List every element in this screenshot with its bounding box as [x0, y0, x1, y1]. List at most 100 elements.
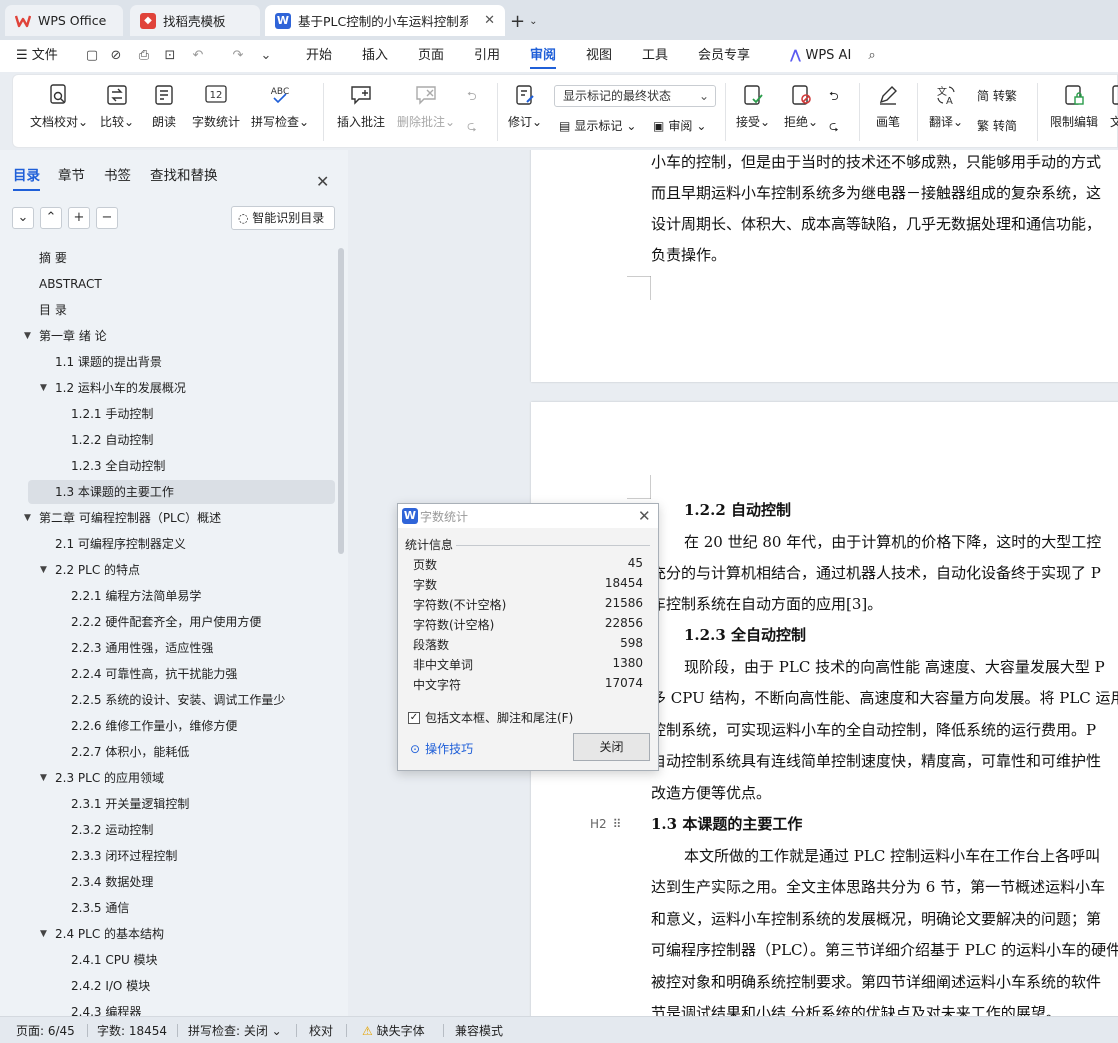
next-comment-icon[interactable]: ⮎ — [467, 117, 477, 138]
file-menu[interactable]: ☰ 文件 — [16, 40, 58, 72]
expand-triangle-icon[interactable]: ▼ — [24, 331, 31, 341]
toc-item[interactable]: 2.3 PLC 的应用领域 — [55, 766, 164, 790]
menu-start[interactable]: 开始 — [306, 40, 332, 72]
toc-item[interactable]: 2.2.7 体积小，能耗低 — [71, 740, 189, 764]
add-heading-button[interactable]: + — [68, 207, 90, 229]
toc-item[interactable]: 1.2 运料小车的发展概况 — [55, 376, 186, 400]
track-changes-button[interactable]: 修订⌄ — [507, 83, 543, 130]
toc-item[interactable]: 1.3 本课题的主要工作 — [28, 480, 335, 504]
reject-button[interactable]: 拒绝⌄ — [783, 83, 819, 130]
toc-item[interactable]: 2.4 PLC 的基本结构 — [55, 922, 164, 946]
toc-item[interactable]: 2.2.3 通用性强，适应性强 — [71, 636, 213, 660]
toc-scrollbar[interactable] — [338, 248, 344, 554]
expand-triangle-icon[interactable]: ▼ — [40, 929, 47, 939]
toc-item[interactable]: 2.4.1 CPU 模块 — [71, 948, 158, 972]
toc-item[interactable]: 2.3.3 闭环过程控制 — [71, 844, 177, 868]
doc-check-button[interactable]: 文档校对⌄ — [29, 83, 89, 130]
toc-item[interactable]: 2.4.2 I/O 模块 — [71, 974, 150, 998]
smart-toc-button[interactable]: ◌ 智能识别目录 — [231, 206, 335, 230]
word-count-indicator[interactable]: 字数: 18454 — [97, 1022, 167, 1039]
toc-item[interactable]: 2.2 PLC 的特点 — [55, 558, 140, 582]
close-tab-icon[interactable]: ✕ — [484, 13, 495, 28]
more-ribbon-button[interactable]: 文 — [1109, 83, 1118, 130]
menu-member[interactable]: 会员专享 — [698, 40, 750, 72]
proof-status[interactable]: 校对 — [309, 1022, 333, 1039]
menu-references[interactable]: 引用 — [474, 40, 500, 72]
toc-item[interactable]: ABSTRACT — [39, 272, 102, 296]
collapse-up-button[interactable]: ⌃ — [40, 207, 62, 229]
next-change-icon[interactable]: ⮎ — [829, 117, 839, 138]
tips-link[interactable]: ⊙ 操作技巧 — [410, 740, 473, 757]
prev-change-icon[interactable]: ⮌ — [829, 87, 839, 108]
remove-heading-button[interactable]: − — [96, 207, 118, 229]
toc-item[interactable]: 1.2.1 手动控制 — [71, 402, 153, 426]
toc-item[interactable]: 摘 要 — [39, 246, 67, 270]
tab-document[interactable]: W 基于PLC控制的小车运料控制系 ✕ — [265, 5, 505, 36]
toc-item[interactable]: 2.4.3 编程器 — [71, 1000, 141, 1016]
expand-triangle-icon[interactable]: ▼ — [40, 773, 47, 783]
more-quick-chevron-icon[interactable]: ⌄ — [258, 48, 274, 64]
prev-comment-icon[interactable]: ⮌ — [467, 87, 477, 108]
menu-page[interactable]: 页面 — [418, 40, 444, 72]
nav-tab-bookmarks[interactable]: 书签 — [104, 164, 131, 184]
spell-check-button[interactable]: ABC 拼写检查⌄ — [251, 83, 309, 130]
translate-button[interactable]: 文A 翻译⌄ — [927, 83, 965, 130]
to-simplified-button[interactable]: 繁 转简 — [977, 117, 1017, 134]
toc-item[interactable]: 1.1 课题的提出背景 — [55, 350, 162, 374]
expand-triangle-icon[interactable]: ▼ — [24, 513, 31, 523]
toc-item[interactable]: 2.2.6 维修工作量小，维修方便 — [71, 714, 237, 738]
new-tab-button[interactable]: + ⌄ — [510, 7, 550, 35]
print-icon[interactable]: ⎙ — [136, 48, 152, 64]
tab-docer-templates[interactable]: ◆ 找稻壳模板 — [130, 5, 260, 36]
toc-item[interactable]: 1.2.3 全自动控制 — [71, 454, 165, 478]
toc-item[interactable]: 目 录 — [39, 298, 67, 322]
restrict-edit-button[interactable]: 限制编辑 — [1049, 83, 1099, 130]
expand-down-button[interactable]: ⌄ — [12, 207, 34, 229]
toc-item[interactable]: 2.2.5 系统的设计、安装、调试工作量少 — [71, 688, 285, 712]
checkbox-box[interactable]: ✓ — [408, 711, 420, 724]
heading-handle[interactable]: H2 ⠿ — [590, 817, 621, 831]
word-count-button[interactable]: 12 字数统计 — [191, 83, 241, 130]
expand-triangle-icon[interactable]: ▼ — [40, 383, 47, 393]
to-traditional-button[interactable]: 简 转繁 — [977, 87, 1017, 104]
toc-item[interactable]: 2.3.2 运动控制 — [71, 818, 153, 842]
pen-button[interactable]: 画笔 — [873, 83, 903, 130]
toc-item[interactable]: 2.3.1 开关量逻辑控制 — [71, 792, 189, 816]
insert-comment-button[interactable]: 插入批注 — [336, 83, 386, 130]
delete-comment-button[interactable]: 删除批注⌄ — [397, 83, 455, 130]
toc-item[interactable]: 第二章 可编程控制器（PLC）概述 — [39, 506, 221, 530]
menu-insert[interactable]: 插入 — [362, 40, 388, 72]
toc-item[interactable]: 2.3.4 数据处理 — [71, 870, 153, 894]
read-aloud-button[interactable]: 朗读 — [149, 83, 179, 130]
review-pane-button[interactable]: ▣ 审阅 ⌄ — [653, 117, 706, 134]
print-preview-icon[interactable]: ⊡ — [162, 48, 178, 64]
show-markup-button[interactable]: ▤ 显示标记 ⌄ — [559, 117, 636, 134]
dialog-title-bar[interactable]: W 字数统计 ✕ — [398, 504, 658, 528]
document-page[interactable]: 小车的控制，但是由于当时的技术还不够成熟，只能够用手动的方式 而且早期运料小车控制… — [531, 150, 1118, 382]
expand-triangle-icon[interactable]: ▼ — [40, 565, 47, 575]
page-indicator[interactable]: 页面: 6/45 — [16, 1022, 75, 1039]
undo-icon[interactable]: ↶ — [190, 48, 206, 64]
nav-tab-sections[interactable]: 章节 — [58, 164, 85, 184]
wps-ai-button[interactable]: ⋀ WPS AI — [790, 40, 851, 72]
close-button[interactable]: 关闭 — [573, 733, 650, 761]
menu-view[interactable]: 视图 — [586, 40, 612, 72]
include-footnotes-checkbox[interactable]: ✓ 包括文本框、脚注和尾注(F) — [408, 709, 573, 726]
close-dialog-icon[interactable]: ✕ — [638, 507, 651, 525]
missing-font-status[interactable]: ⚠ 缺失字体 — [362, 1022, 425, 1039]
accept-button[interactable]: 接受⌄ — [735, 83, 771, 130]
spell-check-status[interactable]: 拼写检查: 关闭 ⌄ — [188, 1022, 282, 1039]
toc-item[interactable]: 1.2.2 自动控制 — [71, 428, 153, 452]
menu-review[interactable]: 审阅 — [530, 40, 557, 72]
nav-tab-toc[interactable]: 目录 — [13, 164, 40, 191]
toc-item[interactable]: 2.2.2 硬件配套齐全，用户使用方便 — [71, 610, 261, 634]
share-icon[interactable]: ⊘ — [108, 48, 124, 64]
markup-mode-select[interactable]: 显示标记的最终状态 ⌄ — [554, 85, 716, 107]
toc-item[interactable]: 2.3.5 通信 — [71, 896, 129, 920]
close-nav-pane-icon[interactable]: ✕ — [316, 172, 329, 191]
toc-item[interactable]: 第一章 绪 论 — [39, 324, 107, 348]
compare-button[interactable]: 比较⌄ — [99, 83, 135, 130]
save-icon[interactable]: ▢ — [84, 48, 100, 64]
nav-tab-find-replace[interactable]: 查找和替换 — [150, 164, 218, 184]
search-icon[interactable]: ⌕ — [864, 48, 880, 64]
